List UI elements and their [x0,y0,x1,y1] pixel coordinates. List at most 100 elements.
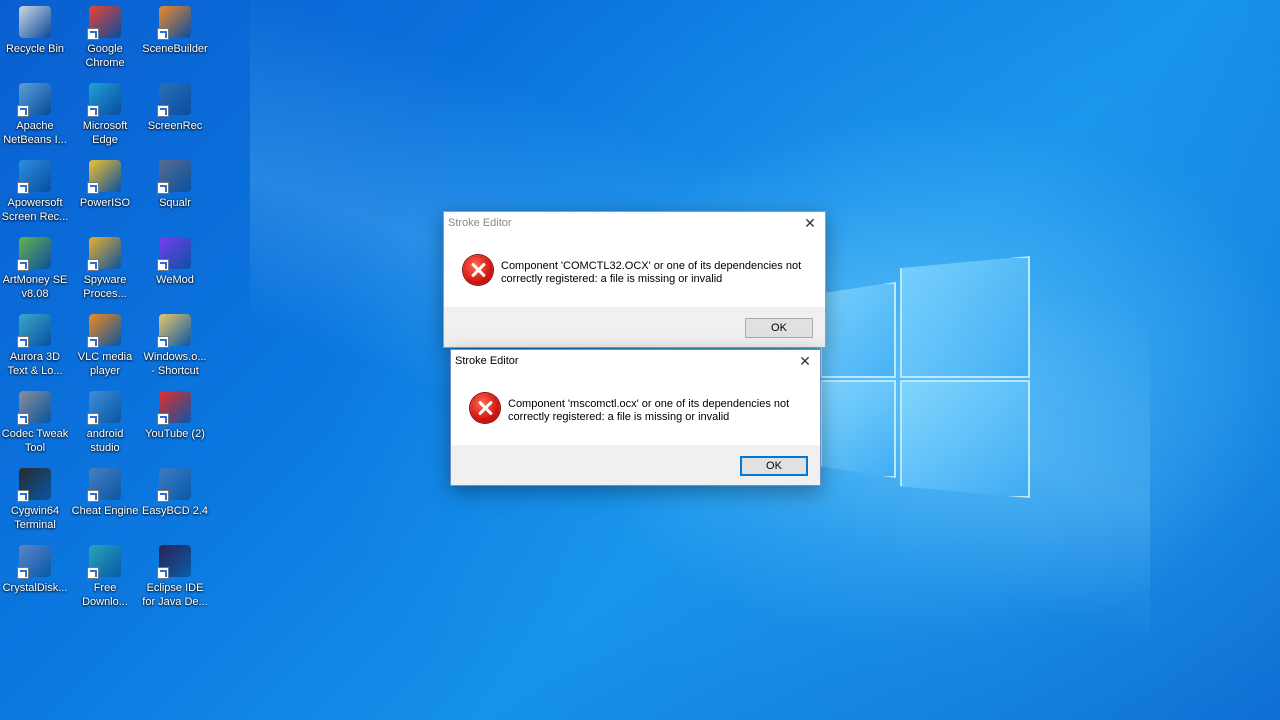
dialog-titlebar[interactable]: Stroke Editor ✕ [451,350,820,372]
desktop-icon[interactable]: EasyBCD 2.4 [140,468,210,518]
desktop-icon-label: Apache NetBeans I... [3,120,67,146]
edge-icon [87,83,121,117]
crystaldisk-icon [17,545,51,579]
spyware-icon [87,237,121,271]
ok-button[interactable]: OK [745,318,813,338]
desktop-icon[interactable]: Aurora 3D Text & Lo... [0,314,70,378]
desktop-icon-label: Recycle Bin [5,43,65,55]
desktop-icon-label: ScreenRec [147,120,203,132]
desktop-icon[interactable]: Cygwin64 Terminal [0,468,70,532]
youtube-icon [157,391,191,425]
shortcut-arrow-icon [17,105,29,117]
error-dialog-comctl32: Stroke Editor ✕ Component 'COMCTL32.OCX'… [443,211,826,348]
desktop-icon-label: Squalr [159,197,191,209]
chrome-icon [87,6,121,40]
free-download-icon [87,545,121,579]
desktop-icon-label: android studio [86,428,124,454]
netbeans-icon [17,83,51,117]
shortcut-arrow-icon [157,182,169,194]
shortcut-arrow-icon [17,336,29,348]
desktop-icon-label: ArtMoney SE v8.08 [2,274,68,300]
dialog-footer: OK [444,307,825,347]
shortcut-arrow-icon [87,567,99,579]
logo-pane-tr [900,256,1030,378]
desktop-icon-label: YouTube (2) [145,428,205,440]
desktop-icon[interactable]: Cheat Engine [70,468,140,518]
desktop-icon[interactable]: Recycle Bin [0,6,70,56]
desktop-icon[interactable]: Windows.o... - Shortcut [140,314,210,378]
ok-button[interactable]: OK [740,456,808,476]
shortcut-arrow-icon [87,28,99,40]
desktop-icon-label: Apowersoft Screen Rec... [1,197,69,223]
recycle-bin-icon [19,6,51,38]
scenebuilder-icon [157,6,191,40]
shortcut-arrow-icon [17,259,29,271]
shortcut-arrow-icon [87,490,99,502]
cygwin-icon [17,468,51,502]
desktop-icon-label: VLC media player [77,351,133,377]
windows-logo [820,256,1030,498]
dialog-title: Stroke Editor [455,355,519,367]
error-icon [463,255,493,285]
vlc-icon [87,314,121,348]
dialog-footer: OK [451,445,820,485]
logo-pane-bl [820,380,896,478]
desktop-icon-label: Windows.o... - Shortcut [143,351,207,377]
desktop-icon-label: EasyBCD 2.4 [141,505,209,517]
desktop-icon[interactable]: WeMod [140,237,210,287]
shortcut-arrow-icon [157,105,169,117]
desktop-icon[interactable]: CrystalDisk... [0,545,70,595]
desktop-icon[interactable]: Free Downlo... [70,545,140,609]
codec-tweak-icon [17,391,51,425]
shortcut-arrow-icon [87,259,99,271]
desktop-icon[interactable]: Apache NetBeans I... [0,83,70,147]
close-icon[interactable]: ✕ [801,214,819,232]
shortcut-arrow-icon [17,413,29,425]
wemod-icon [157,237,191,271]
squalr-icon [157,160,191,194]
shortcut-arrow-icon [17,567,29,579]
close-icon[interactable]: ✕ [796,352,814,370]
desktop-icon[interactable]: Codec Tweak Tool [0,391,70,455]
desktop-icon[interactable]: Google Chrome [70,6,140,70]
desktop-icon[interactable]: Microsoft Edge [70,83,140,147]
shortcut-arrow-icon [157,259,169,271]
desktop-icon[interactable]: Eclipse IDE for Java De... [140,545,210,609]
apowersoft-icon [17,160,51,194]
desktop-icon[interactable]: SceneBuilder [140,6,210,56]
desktop-icon-label: WeMod [156,274,194,286]
desktop-icon[interactable]: VLC media player [70,314,140,378]
desktop-icon-label: PowerISO [79,197,131,209]
cheat-engine-icon [87,468,121,502]
desktop-icon[interactable]: Squalr [140,160,210,210]
shortcut-arrow-icon [157,336,169,348]
desktop-icon-label: CrystalDisk... [2,582,68,594]
aurora3d-icon [17,314,51,348]
desktop-icon-label: Spyware Proces... [83,274,127,300]
desktop-icon[interactable]: Apowersoft Screen Rec... [0,160,70,224]
shortcut-arrow-icon [87,105,99,117]
shortcut-arrow-icon [17,182,29,194]
desktop-icon[interactable]: ArtMoney SE v8.08 [0,237,70,301]
dialog-titlebar[interactable]: Stroke Editor ✕ [444,212,825,234]
desktop-icon[interactable]: Spyware Proces... [70,237,140,301]
desktop-icon[interactable]: ScreenRec [140,83,210,133]
desktop-icon-label: SceneBuilder [142,43,208,55]
error-icon [470,393,500,423]
desktop-icon-label: Cygwin64 Terminal [10,505,60,531]
dialog-message: Component 'COMCTL32.OCX' or one of its d… [501,260,802,285]
logo-pane-br [900,380,1030,498]
shortcut-arrow-icon [157,413,169,425]
desktop-icon-label: Codec Tweak Tool [1,428,69,454]
desktop-icon[interactable]: android studio [70,391,140,455]
poweriso-icon [87,160,121,194]
error-dialog-mscomctl: Stroke Editor ✕ Component 'mscomctl.ocx'… [450,349,821,486]
dialog-body: Component 'COMCTL32.OCX' or one of its d… [444,234,825,307]
desktop-icon[interactable]: PowerISO [70,160,140,210]
eclipse-icon [157,545,191,579]
android-studio-icon [87,391,121,425]
shortcut-arrow-icon [17,490,29,502]
artmoney-icon [17,237,51,271]
desktop-icon-label: Google Chrome [85,43,125,69]
desktop-icon[interactable]: YouTube (2) [140,391,210,441]
